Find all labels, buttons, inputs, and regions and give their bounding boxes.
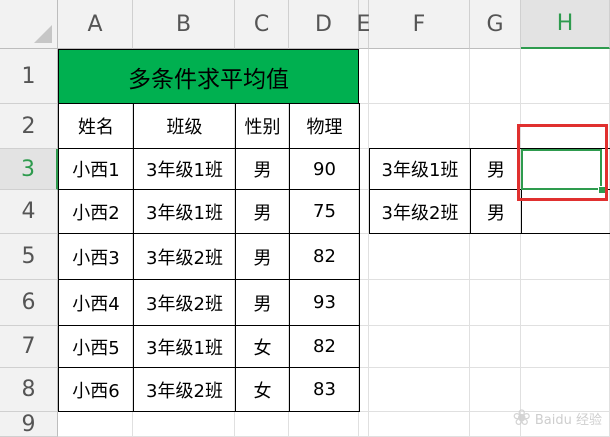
row-header-5[interactable]: 5 (0, 234, 58, 280)
table-data-cell[interactable]: 小西4 (58, 279, 134, 326)
table-data-cell[interactable]: 小西6 (58, 367, 134, 412)
table-data-cell[interactable]: 男 (235, 279, 290, 326)
column-header-d[interactable]: D (289, 0, 359, 49)
row-header-9[interactable]: 9 (0, 412, 58, 437)
table-header-cell[interactable]: 物理 (289, 103, 360, 149)
column-header-g[interactable]: G (470, 0, 521, 49)
table-data-cell[interactable]: 小西3 (58, 233, 134, 280)
column-header-h[interactable]: H (521, 0, 610, 49)
criteria-cell[interactable]: 3年级1班 (369, 148, 471, 190)
row-header-1[interactable]: 1 (0, 49, 58, 104)
row-header-3[interactable]: 3 (0, 149, 58, 190)
table-data-cell[interactable]: 女 (235, 325, 290, 368)
watermark-text: Baidu 经验 (534, 413, 602, 428)
spreadsheet-grid: A B C D E F G H 1 2 3 4 5 6 7 8 9 多条件求平均值 姓名 班级 性别 物理 小西1 3年级1班… (0, 0, 610, 437)
table-data-cell[interactable]: 女 (235, 367, 290, 412)
criteria-cell[interactable]: 男 (470, 189, 522, 234)
row-header-6[interactable]: 6 (0, 280, 58, 326)
criteria-cell[interactable]: 男 (470, 148, 522, 190)
table-data-cell[interactable]: 男 (235, 148, 290, 190)
table-data-cell[interactable]: 小西5 (58, 325, 134, 368)
gridline-vertical (368, 49, 369, 437)
baidu-watermark: ❀ Baidu 经验 (512, 406, 602, 431)
column-header-f[interactable]: F (369, 0, 470, 49)
row-header-8[interactable]: 8 (0, 368, 58, 412)
row-header-7[interactable]: 7 (0, 326, 58, 368)
table-data-cell[interactable]: 83 (289, 367, 360, 412)
column-header-c[interactable]: C (235, 0, 289, 49)
select-all-icon (34, 25, 52, 43)
gridline-vertical (520, 49, 521, 437)
table-data-cell[interactable]: 93 (289, 279, 360, 326)
select-all-corner[interactable] (0, 0, 58, 49)
table-data-cell[interactable]: 3年级2班 (133, 279, 236, 326)
table-data-cell[interactable]: 82 (289, 325, 360, 368)
criteria-cell[interactable]: 3年级2班 (369, 189, 471, 234)
table-data-cell[interactable]: 82 (289, 233, 360, 280)
table-header-cell[interactable]: 班级 (133, 103, 236, 149)
table-data-cell[interactable]: 小西1 (58, 148, 134, 190)
row-header-4[interactable]: 4 (0, 190, 58, 234)
table-data-cell[interactable]: 男 (235, 233, 290, 280)
title-cell[interactable]: 多条件求平均值 (58, 49, 359, 104)
column-header-e[interactable]: E (357, 0, 370, 49)
table-header-cell[interactable]: 姓名 (58, 103, 134, 149)
highlight-box (517, 124, 608, 201)
row-header-2[interactable]: 2 (0, 104, 58, 149)
table-data-cell[interactable]: 3年级1班 (133, 325, 236, 368)
table-header-cell[interactable]: 性别 (235, 103, 290, 149)
gridline-vertical (469, 49, 470, 437)
baidu-paw-icon: ❀ (512, 406, 531, 431)
table-data-cell[interactable]: 3年级1班 (133, 189, 236, 234)
table-data-cell[interactable]: 75 (289, 189, 360, 234)
column-header-b[interactable]: B (133, 0, 235, 49)
table-data-cell[interactable]: 3年级2班 (133, 233, 236, 280)
table-data-cell[interactable]: 小西2 (58, 189, 134, 234)
table-data-cell[interactable]: 90 (289, 148, 360, 190)
table-data-cell[interactable]: 3年级2班 (133, 367, 236, 412)
table-data-cell[interactable]: 3年级1班 (133, 148, 236, 190)
column-header-a[interactable]: A (58, 0, 133, 49)
table-data-cell[interactable]: 男 (235, 189, 290, 234)
